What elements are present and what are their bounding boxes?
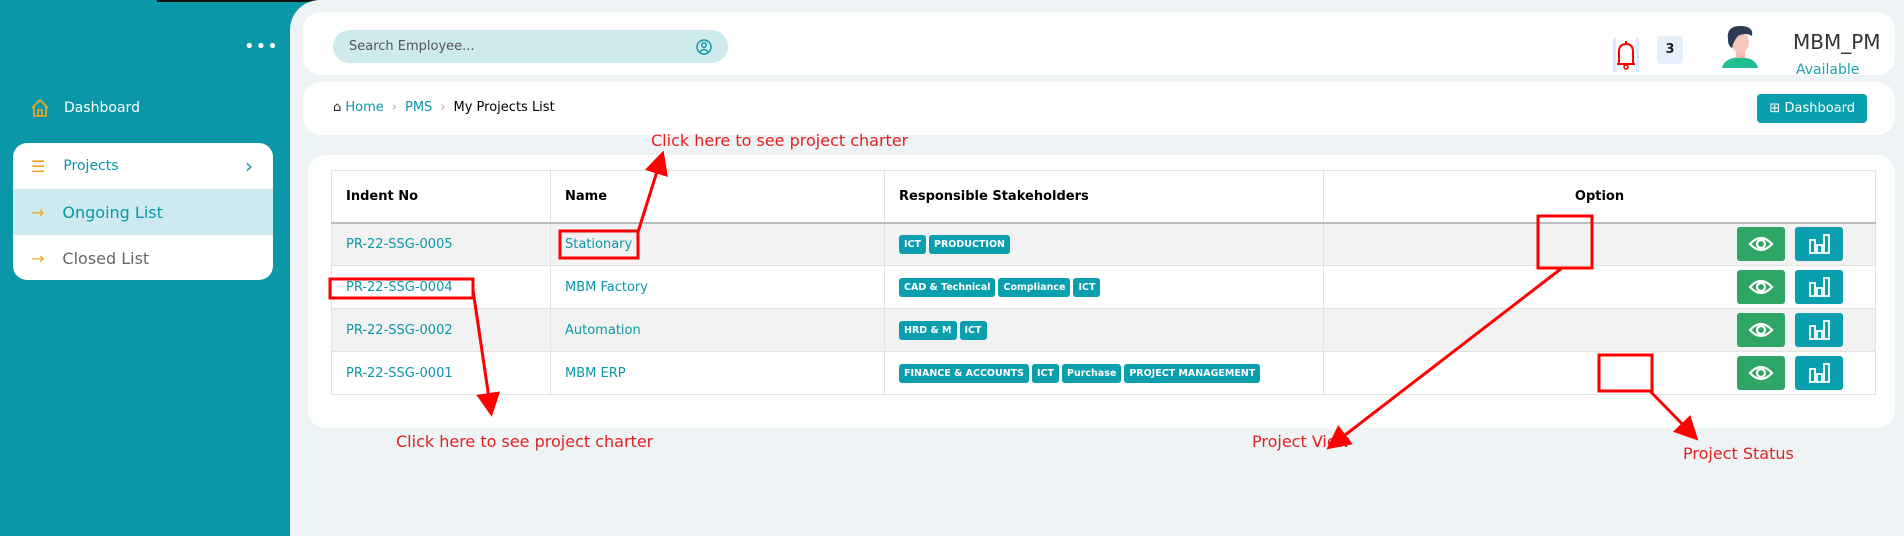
eye-icon [1748, 279, 1774, 295]
sidebar-item-dashboard[interactable]: Dashboard [30, 98, 140, 118]
breadcrumb-current: My Projects List [453, 100, 555, 115]
sidebar: ••• Dashboard ☰ Projects › → Ongoing List →… [0, 0, 290, 536]
project-name-link[interactable]: Stationary [550, 222, 885, 266]
home-icon [31, 98, 49, 117]
annotation-charter-bottom: Click here to see project charter [396, 432, 654, 451]
more-icon[interactable]: ••• [244, 36, 279, 57]
project-name-link[interactable]: MBM ERP [550, 351, 885, 395]
sidebar-item-label: Ongoing List [62, 202, 163, 222]
project-view-button[interactable] [1737, 227, 1785, 262]
sidebar-item-label: Dashboard [64, 100, 140, 116]
stakeholders-cell: ICT PRODUCTION [884, 222, 1324, 266]
arrow-right-icon: → [31, 248, 45, 268]
dashboard-button-label: Dashboard [1784, 101, 1855, 116]
table-row: PR-22-SSG-0002 Automation HRD & M ICT [331, 308, 1876, 352]
options-cell [1323, 222, 1876, 266]
header-bar: Search Employee... 3 MBM_PM Available [303, 12, 1895, 78]
chevron-right-icon: › [440, 100, 446, 115]
project-status-button[interactable] [1795, 227, 1844, 262]
table-row: PR-22-SSG-0005 Stationary ICT PRODUCTION [331, 222, 1876, 266]
list-icon: ☰ [31, 156, 46, 176]
indent-link[interactable]: PR-22-SSG-0004 [331, 265, 551, 309]
options-cell [1323, 265, 1876, 309]
bar-chart-icon [1809, 277, 1831, 297]
bell-icon[interactable] [1613, 38, 1639, 72]
breadcrumb: ⌂ Home › PMS › My Projects List [333, 100, 555, 115]
stakeholders-cell: HRD & M ICT [884, 308, 1324, 352]
bar-chart-icon [1809, 320, 1831, 340]
table-row: PR-22-SSG-0001 MBM ERP FINANCE & ACCOUNT… [331, 351, 1876, 395]
stakeholder-tag: ICT [899, 234, 926, 254]
indent-link[interactable]: PR-22-SSG-0005 [331, 222, 551, 266]
annotation-project-status: Project Status [1683, 444, 1794, 463]
breadcrumb-bar: ⌂ Home › PMS › My Projects List ⊞ Dashbo… [303, 82, 1895, 135]
project-name-link[interactable]: Automation [550, 308, 885, 352]
stakeholders-cell: CAD & Technical Compliance ICT [884, 265, 1324, 309]
stakeholder-tag: Purchase [1062, 363, 1122, 383]
stakeholder-tag: FINANCE & ACCOUNTS [899, 363, 1029, 383]
breadcrumb-home[interactable]: ⌂ Home [333, 100, 384, 115]
stakeholders-cell: FINANCE & ACCOUNTS ICT Purchase PROJECT MAN… [884, 351, 1324, 395]
chevron-right-icon: › [391, 100, 397, 115]
user-status: Available [1796, 62, 1860, 78]
search-placeholder: Search Employee... [349, 39, 475, 54]
indent-link[interactable]: PR-22-SSG-0002 [331, 308, 551, 352]
project-status-button[interactable] [1795, 270, 1844, 304]
home-icon: ⌂ [333, 100, 342, 115]
notification-count: 3 [1657, 36, 1683, 64]
stakeholder-tag: ICT [959, 320, 987, 340]
options-cell [1323, 351, 1876, 395]
column-header-indent: Indent No [331, 170, 551, 224]
project-view-button[interactable] [1737, 313, 1785, 347]
project-view-button[interactable] [1737, 356, 1785, 390]
user-search-icon [696, 38, 712, 55]
eye-icon [1748, 322, 1774, 338]
dashboard-button[interactable]: ⊞ Dashboard [1757, 94, 1867, 123]
stakeholder-tag: PROJECT MANAGEMENT [1124, 363, 1261, 383]
stakeholder-tag: Compliance [998, 277, 1071, 297]
avatar[interactable] [1718, 22, 1763, 68]
options-cell [1323, 308, 1876, 352]
grid-icon: ⊞ [1769, 101, 1781, 116]
sidebar-item-label: Projects [63, 158, 119, 174]
project-name-link[interactable]: MBM Factory [550, 265, 885, 309]
annotation-charter-top: Click here to see project charter [651, 131, 909, 150]
projects-table: Indent No Name Responsible Stakeholders … [331, 170, 1876, 395]
search-input[interactable]: Search Employee... [333, 30, 728, 63]
bar-chart-icon [1809, 363, 1831, 383]
user-name: MBM_PM [1793, 30, 1881, 54]
column-header-option: Option [1323, 170, 1876, 224]
eye-icon [1748, 365, 1774, 381]
eye-icon [1748, 237, 1774, 252]
sidebar-item-closed[interactable]: → Closed List [13, 235, 273, 280]
stakeholder-tag: PRODUCTION [929, 234, 1010, 254]
project-status-button[interactable] [1795, 313, 1844, 347]
sidebar-item-projects[interactable]: ☰ Projects › [13, 143, 273, 189]
breadcrumb-home-label: Home [345, 100, 384, 115]
arrow-right-icon: → [31, 202, 45, 222]
column-header-name: Name [550, 170, 885, 224]
annotation-project-view: Project View [1252, 432, 1350, 451]
stakeholder-tag: HRD & M [899, 320, 957, 340]
table-row: PR-22-SSG-0004 MBM Factory CAD & Technic… [331, 265, 1876, 309]
chevron-right-icon: › [245, 154, 253, 178]
projects-menu: ☰ Projects › → Ongoing List → Closed List [13, 143, 273, 280]
stakeholder-tag: ICT [1032, 363, 1059, 383]
sidebar-item-ongoing[interactable]: → Ongoing List [13, 189, 273, 235]
sidebar-item-label: Closed List [62, 248, 150, 268]
indent-link[interactable]: PR-22-SSG-0001 [331, 351, 551, 395]
bar-chart-icon [1809, 234, 1831, 255]
column-header-stakeholders: Responsible Stakeholders [884, 170, 1324, 224]
stakeholder-tag: CAD & Technical [899, 277, 996, 297]
project-view-button[interactable] [1737, 270, 1785, 304]
project-status-button[interactable] [1795, 356, 1844, 390]
stakeholder-tag: ICT [1073, 277, 1101, 297]
breadcrumb-pms[interactable]: PMS [405, 100, 432, 115]
